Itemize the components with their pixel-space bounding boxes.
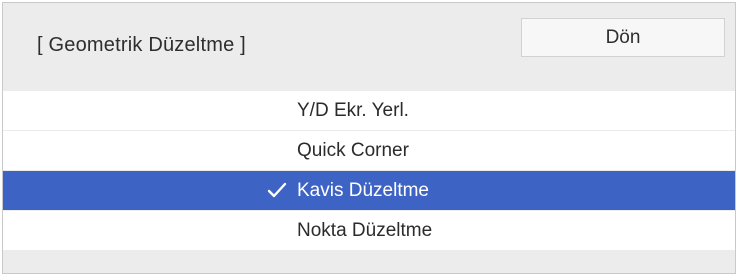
check-icon	[267, 180, 287, 200]
menu-item-hv-keystone[interactable]: Y/D Ekr. Yerl.	[3, 91, 735, 130]
menu-item-curved-surface-correction[interactable]: Kavis Düzeltme	[3, 171, 735, 210]
menu-list: Y/D Ekr. Yerl. Quick Corner Kavis Düzelt…	[3, 91, 735, 251]
page-title: [ Geometrik Düzeltme ]	[37, 34, 246, 56]
menu-item-point-correction[interactable]: Nokta Düzeltme	[3, 211, 735, 250]
menu-item-quick-corner[interactable]: Quick Corner	[3, 131, 735, 170]
menu-header: [ Geometrik Düzeltme ] Dön	[3, 3, 735, 91]
menu-item-label: Y/D Ekr. Yerl.	[297, 100, 409, 121]
menu-item-label: Nokta Düzeltme	[297, 220, 433, 241]
menu-item-label: Quick Corner	[297, 140, 409, 161]
geometric-correction-menu: [ Geometrik Düzeltme ] Dön Y/D Ekr. Yerl…	[2, 2, 736, 274]
menu-item-label: Kavis Düzeltme	[297, 180, 429, 201]
back-button[interactable]: Dön	[521, 18, 725, 57]
